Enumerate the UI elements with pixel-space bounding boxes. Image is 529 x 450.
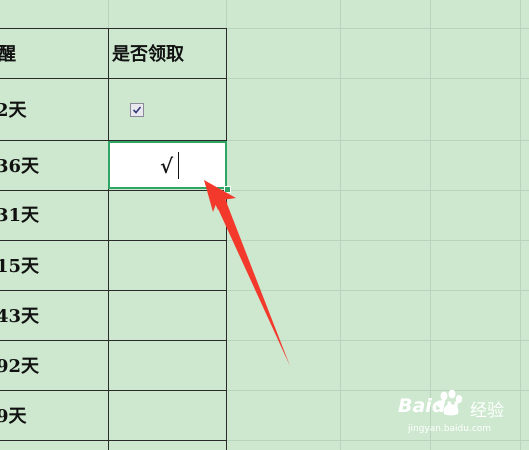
baidu-jingyan-watermark: Baidu 经验 jingyan.baidu.com — [398, 390, 526, 440]
watermark-url: jingyan.baidu.com — [408, 424, 492, 434]
watermark-product: 经验 — [470, 401, 504, 421]
red-arrow-annotation — [204, 180, 290, 366]
watermark-brand: Baidu — [398, 395, 459, 417]
